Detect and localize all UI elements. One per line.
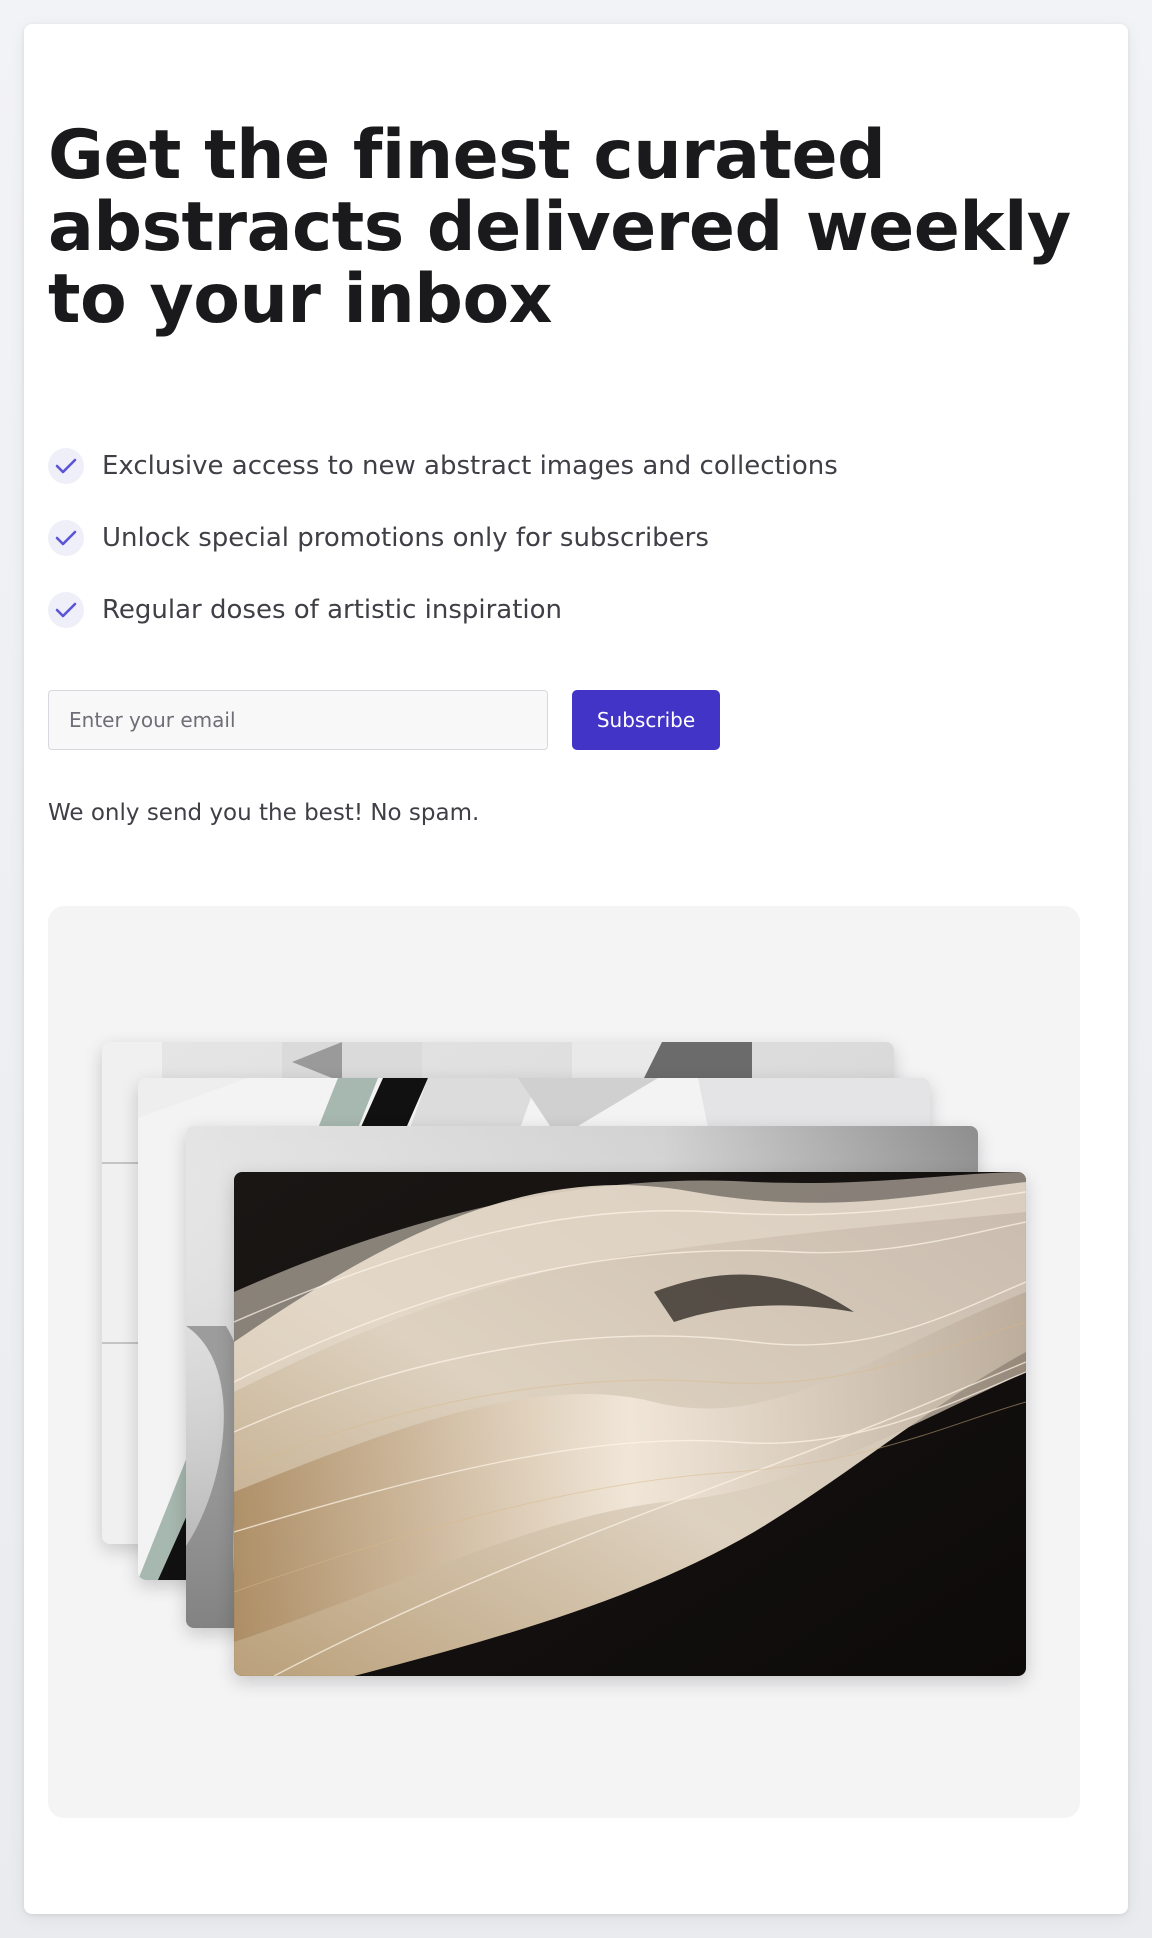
feature-text: Regular doses of artistic inspiration bbox=[102, 595, 563, 625]
page-title: Get the finest curated abstracts deliver… bbox=[48, 116, 1071, 339]
subscribe-form: Subscribe bbox=[48, 690, 720, 750]
feature-text: Unlock special promotions only for subsc… bbox=[102, 523, 709, 553]
check-icon bbox=[48, 520, 84, 556]
no-spam-note: We only send you the best! No spam. bbox=[48, 800, 480, 826]
feature-text: Exclusive access to new abstract images … bbox=[102, 451, 838, 481]
email-input[interactable] bbox=[48, 690, 548, 750]
image-gallery bbox=[48, 906, 1080, 1818]
list-item: Exclusive access to new abstract images … bbox=[48, 430, 838, 502]
check-icon bbox=[48, 592, 84, 628]
feature-list: Exclusive access to new abstract images … bbox=[48, 430, 838, 646]
stacked-image-front bbox=[234, 1172, 1026, 1676]
newsletter-card: Get the finest curated abstracts deliver… bbox=[24, 24, 1128, 1914]
subscribe-button[interactable]: Subscribe bbox=[572, 690, 720, 750]
check-icon bbox=[48, 448, 84, 484]
list-item: Unlock special promotions only for subsc… bbox=[48, 502, 838, 574]
list-item: Regular doses of artistic inspiration bbox=[48, 574, 838, 646]
